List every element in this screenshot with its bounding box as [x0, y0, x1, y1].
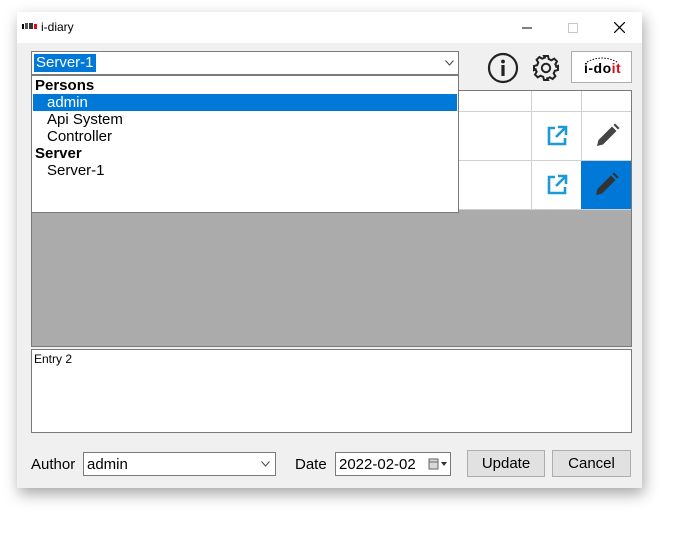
chevron-down-icon[interactable]: [255, 453, 275, 475]
idoit-button[interactable]: i-doit: [571, 51, 632, 83]
close-button[interactable]: [596, 12, 642, 43]
idoit-logo-text: i-doit: [584, 60, 622, 76]
close-icon: [613, 22, 625, 33]
title-bar: i-diary: [17, 12, 642, 43]
date-value: 2022-02-02: [339, 456, 416, 473]
object-selector-dropdown: Persons admin Api System Controller Serv…: [31, 75, 459, 213]
edit-entry-button[interactable]: [581, 161, 631, 209]
dropdown-group-persons: Persons: [35, 77, 95, 94]
window-title: i-diary: [41, 20, 74, 34]
settings-button[interactable]: [531, 53, 561, 83]
update-button[interactable]: Update: [467, 450, 545, 477]
open-entry-button[interactable]: [532, 161, 581, 209]
author-label: Author: [31, 456, 76, 473]
author-select[interactable]: admin: [83, 452, 276, 476]
author-value: admin: [87, 456, 128, 473]
pencil-icon: [596, 172, 619, 195]
object-selector[interactable]: Server-1: [31, 51, 459, 75]
external-link-icon: [547, 174, 567, 195]
app-window: i-diary Server-1 i-doit Persons admin Ap…: [17, 12, 642, 488]
gear-icon: [533, 55, 559, 81]
date-label: Date: [295, 456, 327, 473]
object-selector-value: Server-1: [34, 54, 96, 72]
pencil-icon: [596, 123, 619, 146]
maximize-button[interactable]: [550, 12, 596, 43]
open-entry-button[interactable]: [532, 112, 581, 160]
dropdown-item-api-system[interactable]: Api System: [33, 111, 457, 128]
date-picker[interactable]: 2022-02-02: [335, 452, 451, 476]
entry-text: Entry 2: [34, 352, 73, 366]
entry-text-area[interactable]: Entry 2: [31, 349, 632, 433]
minimize-icon: [522, 27, 532, 28]
dropdown-item-admin[interactable]: admin: [33, 94, 457, 111]
dropdown-group-server: Server: [35, 145, 82, 162]
dropdown-item-server-1[interactable]: Server-1: [33, 162, 457, 179]
chevron-down-icon[interactable]: [440, 52, 458, 74]
edit-entry-button[interactable]: [582, 112, 631, 160]
external-link-icon: [547, 125, 567, 146]
maximize-icon: [568, 22, 578, 33]
cancel-button[interactable]: Cancel: [552, 450, 631, 477]
minimize-button[interactable]: [504, 12, 550, 43]
info-button[interactable]: [486, 51, 520, 85]
calendar-dropdown-icon[interactable]: [426, 453, 450, 475]
dropdown-item-controller[interactable]: Controller: [33, 128, 457, 145]
i-diary-app-icon: [22, 23, 37, 29]
info-icon: [487, 52, 519, 84]
